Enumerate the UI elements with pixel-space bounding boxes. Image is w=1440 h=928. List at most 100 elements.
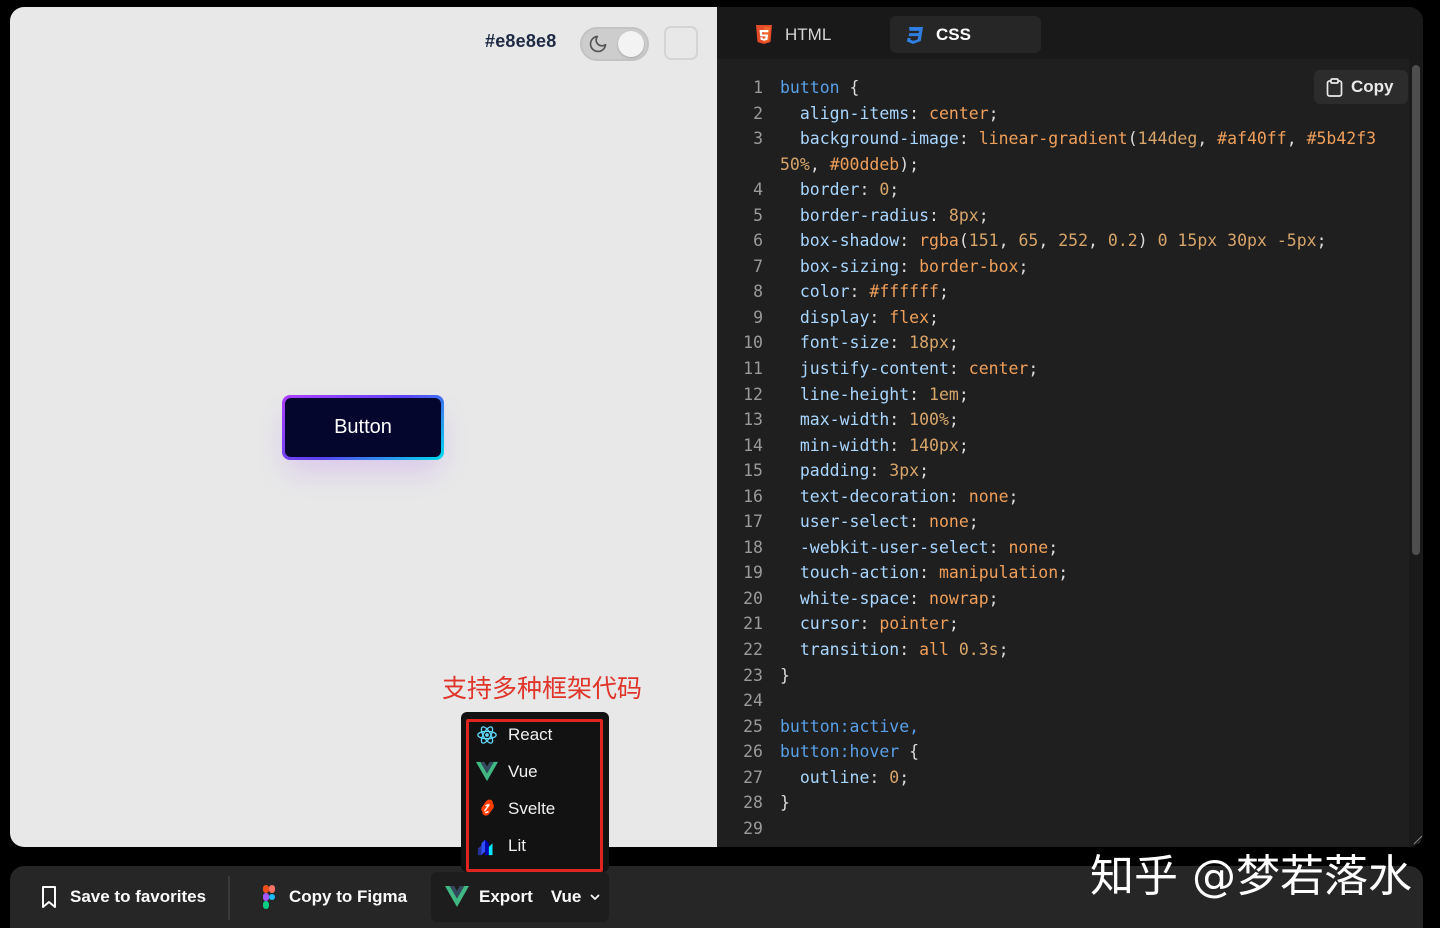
code-token: 252	[1058, 231, 1089, 251]
code-token: align-items	[799, 103, 910, 123]
code-line: 28}	[717, 790, 1407, 816]
code-token: nowrap	[929, 588, 989, 608]
tab-css[interactable]: CSS	[890, 16, 1041, 53]
framework-select[interactable]: Vue	[551, 887, 602, 907]
line-content: font-size: 18px;	[763, 330, 1393, 356]
line-content: touch-action: manipulation;	[763, 560, 1393, 586]
code-line: 7 box-sizing: border-box;	[717, 254, 1407, 280]
copy-to-figma-button[interactable]: Copy to Figma	[259, 872, 407, 922]
dropdown-item-lit[interactable]: Lit	[476, 831, 600, 861]
code-token: pointer	[879, 614, 949, 634]
code-scrollbar[interactable]	[1409, 59, 1423, 847]
code-token: ,	[1286, 129, 1307, 149]
dropdown-item-vue[interactable]: Vue	[476, 757, 600, 787]
scroll-thumb[interactable]	[1412, 65, 1420, 555]
export-button[interactable]: Export Vue	[431, 872, 609, 922]
line-content: display: flex;	[763, 305, 1393, 331]
line-number: 22	[743, 640, 763, 660]
code-token: ,	[1197, 129, 1218, 149]
dropdown-item-svelte[interactable]: Svelte	[476, 794, 600, 824]
code-line: 23}	[717, 663, 1407, 689]
tab-css-label: CSS	[936, 24, 971, 44]
line-number: 5	[753, 205, 763, 225]
code-token: ,	[998, 231, 1019, 251]
code-token: #5b42f3	[1306, 129, 1377, 149]
lit-icon	[477, 839, 493, 856]
dropdown-item-react[interactable]: React	[476, 720, 600, 750]
code-token: rgba	[919, 231, 959, 251]
theme-toggle[interactable]	[580, 27, 649, 61]
line-content: box-sizing: border-box;	[763, 254, 1393, 280]
line-content: }	[763, 790, 1393, 816]
color-swatch-button[interactable]	[664, 26, 698, 60]
resize-handle-icon[interactable]	[1411, 833, 1423, 845]
code-token: ;	[1316, 231, 1327, 251]
code-token: ;	[948, 614, 959, 634]
code-token: {	[839, 78, 860, 97]
code-token: 8px	[948, 205, 979, 225]
code-token: ;	[1008, 486, 1019, 506]
code-token: :	[849, 282, 870, 302]
line-number: 11	[743, 359, 763, 379]
line-number: 13	[743, 410, 763, 430]
code-token: center	[968, 359, 1029, 379]
save-to-favorites-button[interactable]: Save to favorites	[38, 872, 206, 922]
code-line: 21 cursor: pointer;	[717, 611, 1407, 637]
code-token: flex	[889, 307, 930, 327]
code-line: 13 max-width: 100%;	[717, 407, 1407, 433]
code-token: none	[968, 486, 1009, 506]
code-token: 15px	[1177, 231, 1218, 251]
tab-html[interactable]: HTML	[717, 16, 867, 53]
code-token: 144deg	[1137, 129, 1198, 149]
code-token: 30px	[1227, 231, 1267, 251]
code-line: 4 border: 0;	[717, 177, 1407, 203]
svelte-icon	[481, 799, 494, 816]
code-token: :	[899, 231, 920, 251]
line-content: min-width: 140px;	[763, 433, 1393, 459]
code-token: ;	[948, 333, 959, 353]
code-token: ;	[988, 103, 999, 123]
bottombar-divider	[228, 876, 230, 920]
code-token: 50%	[780, 154, 810, 174]
code-line: 26 button:hover {	[717, 739, 1407, 765]
save-to-favorites-label: Save to favorites	[70, 887, 207, 906]
line-number: 17	[743, 512, 763, 532]
code-token: :	[909, 384, 930, 404]
code-line: 16 text-decoration: none;	[717, 484, 1407, 510]
code-token: user-select	[799, 512, 910, 532]
copy-button[interactable]: Copy	[1314, 70, 1408, 104]
code-token: -5px	[1276, 231, 1317, 251]
copy-to-figma-label: Copy to Figma	[289, 887, 408, 906]
export-label: Export	[479, 887, 533, 906]
code-token: button:hover	[780, 742, 900, 762]
code-token: border	[799, 180, 860, 200]
line-number	[717, 152, 763, 178]
code-line: 18 -webkit-user-select: none;	[717, 535, 1407, 561]
line-number: 19	[743, 563, 763, 583]
line-number: 20	[743, 588, 763, 608]
code-token: ;	[948, 410, 959, 430]
line-content: button {	[763, 75, 1393, 101]
code-token: :	[919, 563, 939, 583]
demo-button[interactable]: Button	[282, 395, 444, 460]
code-line: 1 button {	[717, 75, 1407, 101]
code-token: button	[780, 78, 840, 97]
code-editor[interactable]: 1 button {2 align-items: center; 3 backgro…	[717, 75, 1407, 841]
code-token: ;	[1018, 256, 1029, 276]
line-number: 18	[743, 537, 763, 557]
code-token: ;	[988, 588, 999, 608]
code-line: 12 line-height: 1em;	[717, 382, 1407, 408]
html5-icon	[756, 25, 772, 44]
line-number: 29	[743, 818, 763, 838]
code-token: transition	[799, 640, 900, 660]
code-token: #ffffff	[869, 282, 939, 302]
line-number: 10	[743, 333, 763, 353]
code-token: 100%	[909, 410, 949, 430]
